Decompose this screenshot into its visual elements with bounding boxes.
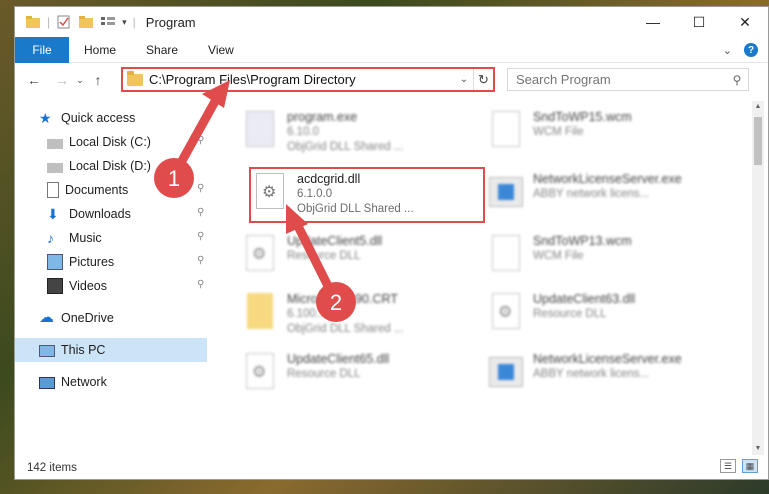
document-icon: [489, 233, 523, 273]
file-item[interactable]: UpdateClient63.dllResource DLL: [489, 291, 635, 339]
ribbon-tabs: File Home Share View ⌄ ?: [15, 36, 768, 63]
folder-icon[interactable]: [25, 15, 41, 29]
network-icon: [39, 377, 55, 389]
document-icon: [489, 109, 523, 149]
file-list: program.exe 6.10.0 ObjGrid DLL Shared ... …: [225, 101, 745, 455]
cloud-icon: ☁: [39, 309, 54, 326]
sidebar-item-local-disk-d[interactable]: Local Disk (D:) 📌: [47, 155, 187, 177]
large-icons-view-icon[interactable]: ▦: [742, 459, 758, 473]
sidebar-item-pictures[interactable]: Pictures: [47, 251, 114, 273]
star-icon: ★: [39, 110, 52, 126]
scroll-down-icon[interactable]: ▼: [752, 443, 764, 455]
search-box[interactable]: ⚲: [507, 68, 749, 91]
scroll-thumb[interactable]: [754, 117, 762, 165]
pin-icon[interactable]: ⚲: [197, 255, 204, 266]
refresh-icon[interactable]: ↻: [473, 69, 493, 90]
drive-icon: [47, 162, 63, 173]
file-item[interactable]: MicrosoftVC90.CRT 6.100... ObjGrid DLL Sha…: [243, 291, 404, 339]
folder-icon: [127, 70, 143, 86]
close-button[interactable]: ✕: [722, 7, 768, 37]
tab-home[interactable]: Home: [69, 37, 131, 63]
app-icon: [489, 351, 523, 391]
sidebar-item-local-disk-c[interactable]: Local Disk (C:): [47, 131, 151, 153]
up-arrow-icon[interactable]: ↑: [87, 72, 109, 88]
pin-icon[interactable]: ⚲: [197, 207, 204, 218]
navigation-bar: ← → ⌄ ↑ C:\Program Files\Program Directo…: [15, 63, 768, 97]
dll-gear-icon: [489, 291, 523, 331]
file-item[interactable]: UpdateClient65.dllResource DLL: [243, 351, 389, 399]
pin-icon[interactable]: ⚲: [197, 183, 204, 194]
chevron-down-icon[interactable]: ⌄: [455, 74, 473, 85]
file-item[interactable]: SndToWP13.wcm WCM File: [489, 233, 632, 281]
item-count: 142 items: [27, 461, 77, 474]
view-options-icon[interactable]: [100, 15, 116, 29]
expand-ribbon-icon[interactable]: ⌄: [723, 44, 732, 57]
maximize-button[interactable]: ☐: [676, 7, 722, 37]
documents-icon: [47, 182, 59, 198]
view-toggle: ☰ ▦: [720, 459, 758, 473]
back-arrow-icon[interactable]: ←: [23, 72, 45, 88]
title-bar: | ▾ | Program — ☐ ✕: [15, 7, 768, 37]
file-item[interactable]: UpdateClient5.dllResource DLL: [243, 233, 382, 281]
quick-access-toolbar: | ▾ |: [15, 15, 136, 29]
tab-share[interactable]: Share: [131, 37, 193, 63]
status-bar: 142 items ☰ ▦: [15, 455, 768, 480]
tab-view[interactable]: View: [193, 37, 249, 63]
sidebar-item-network[interactable]: Network: [39, 371, 107, 393]
sidebar-item-documents[interactable]: Documents: [47, 179, 128, 201]
customize-toolbar-icon[interactable]: ▾: [122, 17, 127, 28]
scroll-up-icon[interactable]: ▲: [752, 101, 764, 113]
address-bar[interactable]: C:\Program Files\Program Directory ⌄ ↻: [121, 67, 495, 92]
address-path[interactable]: C:\Program Files\Program Directory: [149, 72, 455, 87]
search-icon[interactable]: ⚲: [726, 73, 748, 87]
search-input[interactable]: [516, 72, 726, 87]
pin-icon[interactable]: 📌: [175, 161, 187, 172]
tab-file[interactable]: File: [15, 36, 69, 63]
window-title: Program: [145, 14, 196, 30]
ribbon-right-controls: ⌄ ?: [723, 37, 758, 63]
videos-icon: [47, 278, 63, 294]
sidebar-item-downloads[interactable]: ⬇ Downloads: [47, 203, 131, 225]
pin-icon[interactable]: ⚲: [197, 279, 204, 290]
sidebar-item-music[interactable]: ♪ Music: [47, 227, 102, 249]
pin-icon[interactable]: ⚲: [197, 231, 204, 242]
sidebar-item-videos[interactable]: Videos: [47, 275, 107, 297]
details-view-icon[interactable]: ☰: [720, 459, 736, 473]
sidebar-item-onedrive[interactable]: ☁ OneDrive: [39, 307, 114, 329]
folder-icon: [243, 291, 277, 331]
pin-icon[interactable]: ⚲: [197, 135, 204, 146]
sidebar-item-quick-access[interactable]: ★ Quick access: [39, 107, 135, 129]
properties-icon[interactable]: [56, 15, 72, 29]
separator: |: [47, 15, 51, 29]
vertical-scrollbar[interactable]: ▲ ▼: [752, 101, 764, 455]
recent-locations-icon[interactable]: ⌄: [73, 75, 87, 86]
forward-arrow-icon[interactable]: →: [51, 72, 73, 88]
navigation-pane: ★ Quick access Local Disk (C:) Local Dis…: [15, 101, 207, 455]
pictures-icon: [47, 254, 63, 270]
minimize-button[interactable]: —: [630, 7, 676, 37]
music-icon: ♪: [47, 230, 54, 246]
file-item[interactable]: program.exe 6.10.0 ObjGrid DLL Shared ...: [243, 109, 404, 157]
app-icon: [489, 171, 523, 211]
file-highlight-box: [249, 167, 485, 223]
new-folder-icon[interactable]: [78, 15, 94, 29]
exe-icon: [243, 109, 277, 149]
file-item[interactable]: NetworkLicenseServer.exe ABBY network lic…: [489, 351, 682, 399]
dll-gear-icon: [243, 233, 277, 273]
download-icon: ⬇: [47, 206, 59, 222]
computer-icon: [39, 345, 55, 357]
drive-icon: [47, 138, 63, 149]
sidebar-item-this-pc[interactable]: This PC: [39, 339, 105, 361]
file-explorer-window: | ▾ | Program — ☐ ✕ File Home Share View…: [14, 6, 769, 480]
separator: |: [132, 15, 136, 29]
file-item[interactable]: NetworkLicenseServer.exe ABBY network lic…: [489, 171, 682, 219]
file-item[interactable]: SndToWP15.wcm WCM File: [489, 109, 632, 157]
window-controls: — ☐ ✕: [630, 7, 768, 37]
dll-gear-icon: [243, 351, 277, 391]
help-icon[interactable]: ?: [744, 43, 758, 57]
